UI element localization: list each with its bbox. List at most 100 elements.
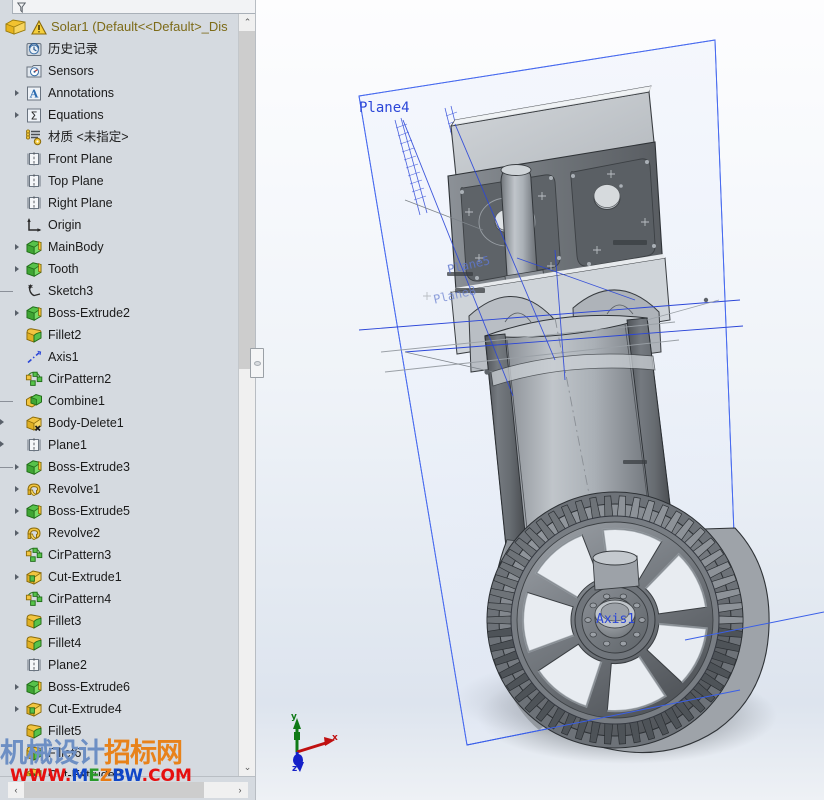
- scroll-up-button[interactable]: ⌃: [239, 14, 256, 31]
- plane-icon: [24, 194, 44, 212]
- feature-tree-item[interactable]: Sketch3: [0, 280, 238, 302]
- feature-tree-item[interactable]: Top Plane: [0, 170, 238, 192]
- boss-extrude-icon: [24, 304, 44, 322]
- feature-tree-item[interactable]: Cut-Extrude8: [0, 764, 238, 776]
- expand-collapse-toggle[interactable]: [10, 566, 24, 588]
- scroll-left-button[interactable]: ‹: [8, 782, 24, 798]
- chevron-right-icon: ›: [238, 785, 242, 795]
- feature-tree-item[interactable]: Sensors: [0, 60, 238, 82]
- scroll-right-button[interactable]: ›: [232, 782, 248, 798]
- part-document-icon: [5, 18, 26, 36]
- expand-collapse-toggle[interactable]: [10, 522, 24, 544]
- expand-collapse-toggle[interactable]: [10, 302, 24, 324]
- feature-tree-root-item[interactable]: Solar1 (Default<<Default>_Dis: [0, 16, 238, 38]
- tree-connector-line: [0, 291, 13, 292]
- feature-tree-item[interactable]: A Annotations: [0, 82, 238, 104]
- feature-tree-item-label: Fillet6: [48, 746, 82, 760]
- horizontal-scroll-track[interactable]: [204, 782, 232, 798]
- feature-tree-item-label: Top Plane: [48, 174, 104, 188]
- boss-extrude-icon: [24, 678, 44, 696]
- feature-tree-item-label: Plane1: [48, 438, 87, 452]
- origin-icon: [24, 216, 44, 234]
- feature-tree-item[interactable]: Revolve2: [0, 522, 238, 544]
- feature-tree-item-label: Tooth: [48, 262, 79, 276]
- boss-extrude-icon: [24, 458, 44, 476]
- expand-collapse-toggle[interactable]: [10, 82, 24, 104]
- coordinate-triad: y x z: [277, 712, 341, 774]
- feature-tree-item-label: Fillet3: [48, 614, 82, 628]
- sensors-icon: [24, 62, 44, 80]
- feature-tree-item-label: Origin: [48, 218, 82, 232]
- equations-icon: Σ: [24, 106, 44, 124]
- feature-tree-item[interactable]: Cut-Extrude1: [0, 566, 238, 588]
- feature-tree-item[interactable]: Plane1: [0, 434, 238, 456]
- tree-connector-line: [0, 401, 13, 402]
- solidworks-window: Solar1 (Default<<Default>_Dis 历史记录 Sensors…: [0, 0, 824, 800]
- feature-tree-item[interactable]: CirPattern3: [0, 544, 238, 566]
- feature-tree-item[interactable]: Fillet2: [0, 324, 238, 346]
- boss-extrude-icon: [24, 260, 44, 278]
- feature-tree-item[interactable]: Boss-Extrude6: [0, 676, 238, 698]
- feature-tree-item[interactable]: CirPattern4: [0, 588, 238, 610]
- tree-connector-line: [0, 467, 13, 468]
- triad-y-label: y: [291, 712, 297, 722]
- feature-tree-item-label: Body-Delete1: [48, 416, 124, 430]
- plane-icon: [24, 150, 44, 168]
- feature-tree-item[interactable]: Fillet4: [0, 632, 238, 654]
- feature-tree-vertical-scrollbar[interactable]: ⌃ ⌄: [238, 14, 256, 776]
- cad-model-render[interactable]: [255, 0, 824, 800]
- feature-tree-item[interactable]: Fillet6: [0, 742, 238, 764]
- feature-tree-filter-bar[interactable]: [12, 0, 255, 14]
- feature-tree-item[interactable]: MainBody: [0, 236, 238, 258]
- feature-tree-item[interactable]: Axis1: [0, 346, 238, 368]
- expand-collapse-toggle[interactable]: [10, 478, 24, 500]
- feature-tree-item[interactable]: Boss-Extrude5: [0, 500, 238, 522]
- panel-splitter-handle[interactable]: [250, 348, 264, 378]
- feature-tree-item[interactable]: Right Plane: [0, 192, 238, 214]
- graphics-viewport[interactable]: Plane4 Plane5 Plane8 Axis1 y x z: [255, 0, 824, 800]
- feature-tree-item[interactable]: Combine1: [0, 390, 238, 412]
- feature-tree-item[interactable]: 材质 <未指定>: [0, 126, 238, 148]
- feature-tree-item[interactable]: 历史记录: [0, 38, 238, 60]
- expand-collapse-toggle[interactable]: [10, 676, 24, 698]
- fillet-icon: [24, 634, 44, 652]
- feature-tree-item[interactable]: Fillet5: [0, 720, 238, 742]
- expand-collapse-toggle[interactable]: [10, 258, 24, 280]
- feature-tree-item[interactable]: Plane2: [0, 654, 238, 676]
- feature-tree-item-label: Equations: [48, 108, 104, 122]
- feature-tree-item[interactable]: Cut-Extrude4: [0, 698, 238, 720]
- feature-tree-item[interactable]: Boss-Extrude3: [0, 456, 238, 478]
- feature-tree-item[interactable]: CirPattern2: [0, 368, 238, 390]
- cut-extrude-icon: [24, 766, 44, 776]
- expand-collapse-toggle[interactable]: [10, 104, 24, 126]
- scroll-down-button[interactable]: ⌄: [239, 759, 256, 776]
- feature-tree-item[interactable]: Σ Equations: [0, 104, 238, 126]
- feature-tree-item[interactable]: Tooth: [0, 258, 238, 280]
- expand-collapse-toggle[interactable]: [10, 500, 24, 522]
- feature-tree-scroll-region[interactable]: Solar1 (Default<<Default>_Dis 历史记录 Sensors…: [0, 14, 238, 776]
- expand-collapse-toggle[interactable]: [10, 698, 24, 720]
- feature-tree-horizontal-scrollbar[interactable]: ‹ ›: [0, 776, 255, 800]
- feature-tree-item-label: Front Plane: [48, 152, 113, 166]
- feature-tree-item-label: Fillet5: [48, 724, 82, 738]
- tree-expand-arrow[interactable]: [0, 441, 4, 447]
- tree-expand-arrow[interactable]: [0, 419, 4, 425]
- feature-tree-item[interactable]: Fillet3: [0, 610, 238, 632]
- vertical-scroll-track[interactable]: [239, 369, 256, 759]
- expand-collapse-toggle[interactable]: [10, 236, 24, 258]
- feature-tree-item-label: Cut-Extrude8: [48, 768, 122, 776]
- feature-tree-item[interactable]: Boss-Extrude2: [0, 302, 238, 324]
- feature-tree-item[interactable]: Body-Delete1: [0, 412, 238, 434]
- feature-tree-item-label: Cut-Extrude4: [48, 702, 122, 716]
- vertical-scroll-thumb[interactable]: [239, 31, 256, 369]
- feature-tree-item[interactable]: Origin: [0, 214, 238, 236]
- horizontal-scroll-thumb[interactable]: [24, 782, 204, 798]
- feature-tree-item[interactable]: Front Plane: [0, 148, 238, 170]
- feature-tree-item[interactable]: Revolve1: [0, 478, 238, 500]
